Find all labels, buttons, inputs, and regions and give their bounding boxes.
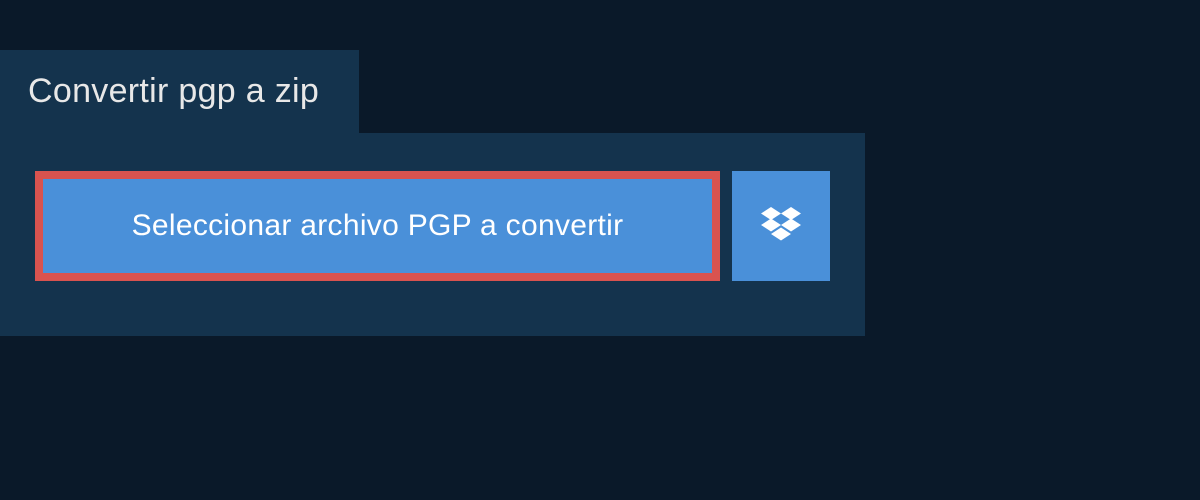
- dropbox-icon: [761, 207, 801, 245]
- upload-panel: Seleccionar archivo PGP a convertir: [0, 133, 865, 336]
- tab-convert[interactable]: Convertir pgp a zip: [0, 50, 359, 133]
- dropbox-button[interactable]: [732, 171, 830, 281]
- tab-title: Convertir pgp a zip: [28, 72, 319, 110]
- button-row: Seleccionar archivo PGP a convertir: [35, 171, 830, 281]
- select-file-label: Seleccionar archivo PGP a convertir: [132, 209, 624, 242]
- select-file-button[interactable]: Seleccionar archivo PGP a convertir: [35, 171, 720, 281]
